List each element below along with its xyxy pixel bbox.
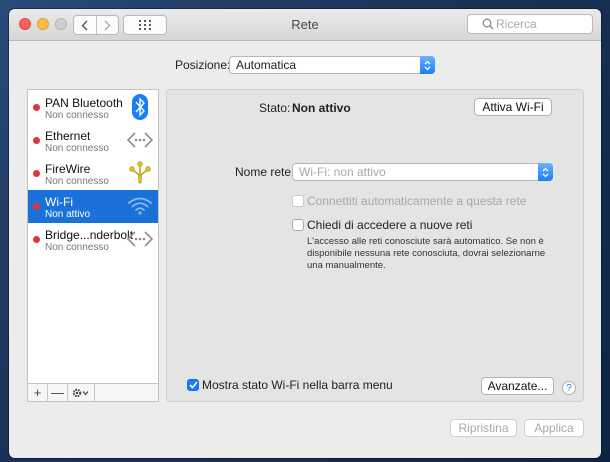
bluetooth-icon xyxy=(127,94,153,120)
firewire-icon xyxy=(127,160,153,186)
service-name: Wi-Fi xyxy=(45,195,73,209)
apply-button[interactable]: Applica xyxy=(524,419,584,437)
auto-join-label: Connettiti automaticamente a questa rete xyxy=(307,194,527,208)
menu-bar-status-checkbox[interactable] xyxy=(187,379,199,391)
ask-join-label: Chiedi di accedere a nuove reti xyxy=(307,218,473,232)
search-field[interactable]: Ricerca xyxy=(467,14,593,34)
advanced-button[interactable]: Avanzate... xyxy=(481,377,554,395)
checkmark-icon xyxy=(188,381,198,389)
service-name: Ethernet xyxy=(45,129,91,143)
network-name-value: Wi-Fi: non attivo xyxy=(299,165,386,179)
service-name: FireWire xyxy=(45,162,91,176)
revert-button[interactable]: Ripristina xyxy=(450,419,517,437)
service-list-toolbar: + — xyxy=(27,384,159,402)
service-status: Non connesso xyxy=(45,242,109,253)
gear-icon xyxy=(72,388,89,397)
ask-join-help-text: L'accesso alle reti conosciute sarà auto… xyxy=(307,236,546,271)
popup-arrows-icon xyxy=(420,56,435,74)
wifi-icon xyxy=(127,193,153,219)
help-button[interactable]: ? xyxy=(562,381,576,395)
service-list: PAN Bluetooth Non connesso Ethernet Non … xyxy=(27,89,159,384)
location-value: Automatica xyxy=(236,58,297,72)
status-dot xyxy=(33,236,40,243)
action-menu-button[interactable] xyxy=(68,384,95,401)
service-item-thunderbolt-bridge[interactable]: Bridge...nderbolt Non connesso xyxy=(28,223,158,256)
service-item-firewire[interactable]: FireWire Non connesso xyxy=(28,157,158,190)
service-item-ethernet[interactable]: Ethernet Non connesso xyxy=(28,124,158,157)
search-placeholder: Ricerca xyxy=(496,17,537,31)
service-status: Non connesso xyxy=(45,176,109,187)
remove-service-button[interactable]: — xyxy=(48,384,68,401)
thunderbolt-bridge-icon xyxy=(127,226,153,252)
service-item-pan-bluetooth[interactable]: PAN Bluetooth Non connesso xyxy=(28,91,158,124)
activate-wifi-button[interactable]: Attiva Wi-Fi xyxy=(474,98,552,116)
network-name-popup[interactable]: Wi-Fi: non attivo xyxy=(292,163,553,181)
auto-join-checkbox[interactable] xyxy=(292,195,304,207)
location-popup[interactable]: Automatica xyxy=(229,56,435,74)
network-name-label: Nome rete: xyxy=(235,165,295,179)
status-dot xyxy=(33,170,40,177)
ethernet-icon xyxy=(127,127,153,153)
add-service-button[interactable]: + xyxy=(28,384,48,401)
network-preferences-window: Rete Ricerca Posizione: Automatica PAN B… xyxy=(9,9,601,458)
status-dot xyxy=(33,104,40,111)
location-label: Posizione: xyxy=(175,58,231,72)
status-label: Stato: xyxy=(259,101,291,115)
status-value: Non attivo xyxy=(292,101,351,115)
service-status: Non connesso xyxy=(45,143,109,154)
status-dot xyxy=(33,137,40,144)
titlebar: Rete Ricerca xyxy=(9,9,601,41)
service-item-wifi[interactable]: Wi-Fi Non attivo xyxy=(28,190,158,223)
menu-bar-status-label: Mostra stato Wi-Fi nella barra menu xyxy=(202,378,393,392)
service-name: Bridge...nderbolt xyxy=(45,228,134,242)
service-name: PAN Bluetooth xyxy=(45,96,123,110)
status-dot xyxy=(33,203,40,210)
search-icon xyxy=(482,18,494,30)
ask-join-checkbox[interactable] xyxy=(292,219,304,231)
popup-arrows-icon xyxy=(538,163,553,181)
service-status: Non attivo xyxy=(45,209,91,220)
service-status: Non connesso xyxy=(45,110,109,121)
